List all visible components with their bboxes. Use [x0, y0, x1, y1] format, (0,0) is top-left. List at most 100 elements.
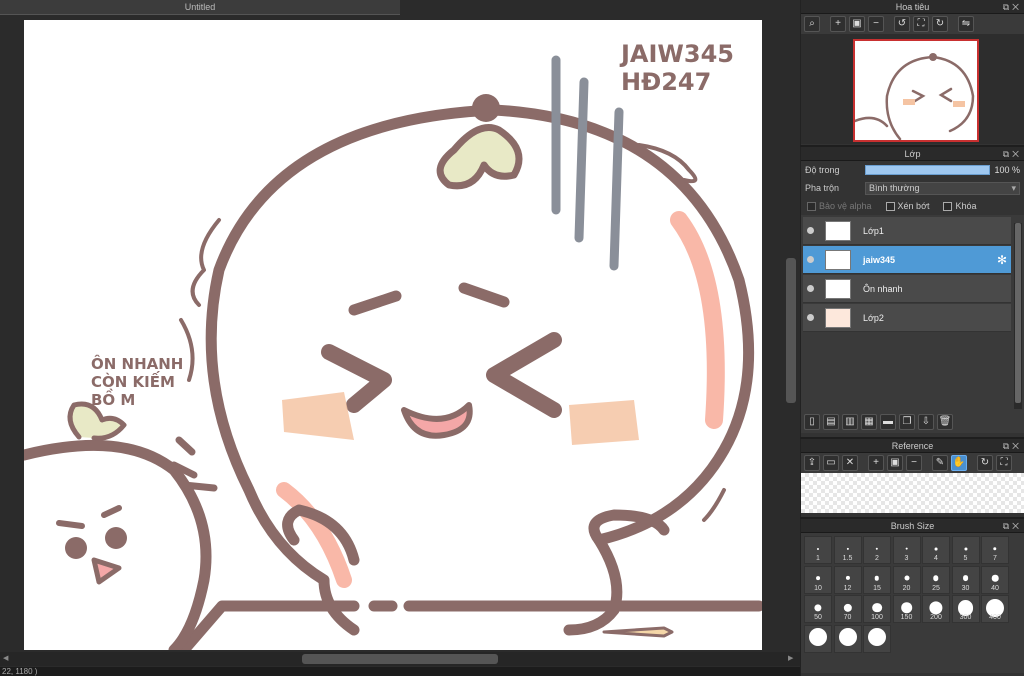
- brush-size-cell[interactable]: 3: [892, 536, 921, 564]
- brush-size-cell[interactable]: 20: [892, 565, 921, 594]
- fullscreen-icon[interactable]: ⛶: [996, 455, 1012, 471]
- brush-size-label: 50: [814, 614, 822, 621]
- new-1bit-layer-icon[interactable]: ▦: [861, 414, 877, 430]
- brush-size-cell[interactable]: [863, 624, 891, 653]
- brush-size-cell[interactable]: 7: [981, 536, 1009, 564]
- scroll-right-arrow-icon[interactable]: ▶: [788, 654, 793, 662]
- brush-size-cell[interactable]: 10: [804, 565, 832, 594]
- brush-size-cell[interactable]: 300: [951, 595, 980, 623]
- canvas-text-left-1: ÔN NHANH: [91, 354, 183, 373]
- scroll-left-arrow-icon[interactable]: ◀: [3, 654, 8, 662]
- fullscreen-icon[interactable]: ⛶: [913, 16, 929, 32]
- new-folder-icon[interactable]: ▬: [880, 414, 896, 430]
- flip-icon[interactable]: ⇋: [958, 16, 974, 32]
- brush-dot-icon: [868, 628, 886, 647]
- visibility-toggle[interactable]: [803, 246, 817, 274]
- zoom-tool-icon[interactable]: ⌕: [804, 16, 820, 32]
- layer-row[interactable]: Lớp1: [803, 217, 1011, 245]
- layer-row[interactable]: Lớp2: [803, 304, 1011, 332]
- eyedropper-icon[interactable]: ✎: [932, 455, 948, 471]
- status-bar: 22, 1180 ): [0, 667, 800, 676]
- brush-size-label: 100: [871, 614, 883, 621]
- opacity-value: 100 %: [994, 165, 1020, 175]
- zoom-out-icon[interactable]: −: [906, 455, 922, 471]
- fit-icon[interactable]: ▣: [887, 455, 903, 471]
- open-folder-icon[interactable]: ▭: [823, 455, 839, 471]
- new-8bit-layer-icon[interactable]: ▥: [842, 414, 858, 430]
- brush-size-cell[interactable]: 2: [863, 536, 891, 564]
- brush-size-cell[interactable]: 50: [804, 595, 832, 623]
- undock-icon[interactable]: ⧉: [1003, 521, 1012, 531]
- delete-layer-icon[interactable]: 🗑: [937, 414, 953, 430]
- eye-icon: [806, 285, 814, 292]
- new-halftone-layer-icon[interactable]: ▤: [823, 414, 839, 430]
- brush-size-cell[interactable]: 100: [863, 595, 891, 623]
- brush-size-cell[interactable]: 30: [951, 565, 980, 594]
- document-tab[interactable]: Untitled: [0, 0, 400, 15]
- layer-row[interactable]: Ôn nhanh: [803, 275, 1011, 303]
- drawing-canvas[interactable]: JAIW345 HĐ247 ÔN NHANH CÒN KIẾM BỒ M: [24, 20, 762, 650]
- brush-dot-icon: [905, 547, 908, 551]
- brush-size-cell[interactable]: 200: [922, 595, 950, 623]
- canvas-horizontal-scroll-thumb[interactable]: [302, 654, 498, 664]
- visibility-toggle[interactable]: [803, 217, 817, 245]
- undock-icon[interactable]: ⧉: [1003, 149, 1012, 159]
- eye-icon: [806, 227, 814, 234]
- brush-size-cell[interactable]: 40: [981, 565, 1009, 594]
- lock-checkbox[interactable]: Khóa: [943, 201, 977, 211]
- navigator-thumbnail[interactable]: [853, 39, 979, 142]
- brush-dot-icon: [963, 547, 968, 551]
- blend-row: Pha trộn Bình thường: [801, 179, 1024, 197]
- layers-list: Lớp1 jaiw345 ✻ Ôn nhanh Lớp2: [801, 215, 1024, 411]
- navigator-preview[interactable]: [801, 34, 1024, 144]
- brush-size-cell[interactable]: 400: [981, 595, 1009, 623]
- brush-size-cell[interactable]: 150: [892, 595, 921, 623]
- visibility-toggle[interactable]: [803, 275, 817, 303]
- opacity-slider[interactable]: [865, 165, 990, 175]
- visibility-toggle[interactable]: [803, 304, 817, 332]
- gear-icon[interactable]: ✻: [997, 253, 1007, 267]
- close-icon[interactable]: ✕: [1012, 149, 1022, 159]
- clipping-checkbox[interactable]: Xén bớt: [885, 201, 929, 211]
- layer-thumbnail: [825, 249, 851, 270]
- close-reference-icon[interactable]: ✕: [842, 455, 858, 471]
- brush-size-cell[interactable]: 1.5: [833, 536, 862, 564]
- brush-size-cell[interactable]: 4: [922, 536, 950, 564]
- brush-size-cell[interactable]: 25: [922, 565, 950, 594]
- fit-icon[interactable]: ▣: [849, 16, 865, 32]
- brush-dot-icon: [934, 547, 938, 551]
- brush-size-label: 150: [900, 614, 913, 621]
- brush-size-cell[interactable]: [833, 624, 862, 653]
- brush-dot-icon: [845, 576, 850, 581]
- protect-alpha-checkbox[interactable]: Bảo vệ alpha: [807, 201, 872, 211]
- brush-size-cell[interactable]: 15: [863, 565, 891, 594]
- rotate-icon[interactable]: ↻: [977, 455, 993, 471]
- brush-size-cell[interactable]: 70: [833, 595, 862, 623]
- new-layer-icon[interactable]: ▯: [804, 414, 820, 430]
- layer-row-selected[interactable]: jaiw345 ✻: [803, 246, 1011, 274]
- close-icon[interactable]: ✕: [1012, 2, 1022, 12]
- canvas-vertical-scroll-thumb[interactable]: [786, 258, 796, 403]
- blend-mode-select[interactable]: Bình thường: [865, 181, 1020, 195]
- brush-size-cell[interactable]: 5: [951, 536, 980, 564]
- duplicate-layer-icon[interactable]: ❐: [899, 414, 915, 430]
- close-icon[interactable]: ✕: [1012, 441, 1022, 451]
- brush-size-cell[interactable]: [804, 624, 832, 653]
- layers-scroll-thumb[interactable]: [1015, 223, 1021, 403]
- brush-size-cell[interactable]: 1: [804, 536, 832, 564]
- undock-icon[interactable]: ⧉: [1003, 2, 1012, 12]
- hand-icon[interactable]: ✋: [951, 455, 967, 471]
- rotate-left-icon[interactable]: ↺: [894, 16, 910, 32]
- layer-name: Lớp1: [863, 225, 884, 236]
- zoom-in-icon[interactable]: +: [830, 16, 846, 32]
- brush-dot-icon: [814, 604, 822, 612]
- reference-view[interactable]: [801, 473, 1024, 513]
- close-icon[interactable]: ✕: [1012, 521, 1022, 531]
- merge-down-icon[interactable]: ⇩: [918, 414, 934, 430]
- upload-icon[interactable]: ⇪: [804, 455, 820, 471]
- zoom-in-icon[interactable]: +: [868, 455, 884, 471]
- zoom-out-icon[interactable]: −: [868, 16, 884, 32]
- rotate-right-icon[interactable]: ↻: [932, 16, 948, 32]
- undock-icon[interactable]: ⧉: [1003, 441, 1012, 451]
- brush-size-cell[interactable]: 12: [833, 565, 862, 594]
